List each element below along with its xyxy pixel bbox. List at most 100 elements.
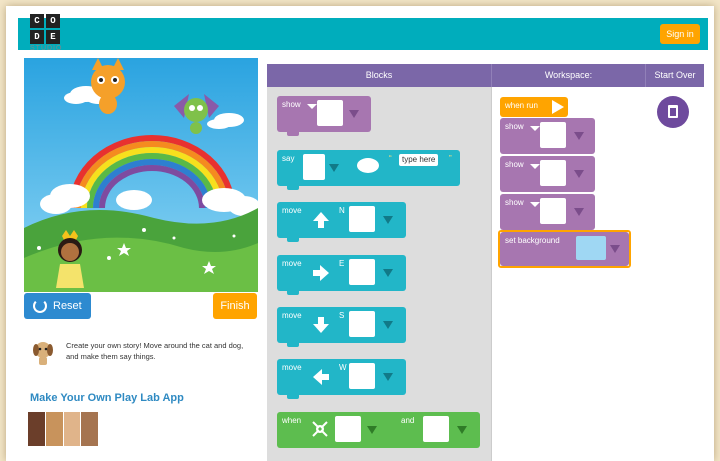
background-thumbnail-icon: [576, 236, 606, 260]
dog-sprite-icon: [349, 363, 375, 389]
when-collide-block[interactable]: when and: [277, 412, 480, 448]
chevron-down-icon: [383, 321, 393, 329]
logo-letter-e: E: [46, 30, 60, 44]
reset-label: Reset: [53, 300, 82, 312]
logo-studio-text: STUDIO: [30, 45, 63, 52]
finish-button[interactable]: Finish: [213, 293, 257, 319]
chevron-down-icon: [530, 126, 540, 131]
say-text-input[interactable]: type here: [399, 154, 439, 166]
stage-scene: [24, 58, 258, 292]
chevron-down-icon: [574, 132, 584, 140]
chevron-down-icon: [383, 269, 393, 277]
face-image: [63, 412, 81, 446]
show-block[interactable]: show: [277, 96, 371, 136]
trash-icon[interactable]: [657, 96, 689, 128]
dog-avatar-icon: [33, 342, 53, 365]
direction-label: N: [339, 206, 345, 215]
when-block-label: when: [282, 416, 302, 425]
set-background-label: set background: [505, 236, 560, 245]
workspace-header: Blocks Workspace: Start Over: [267, 64, 704, 87]
dog-sprite-icon: [349, 206, 375, 232]
move-block-label: move: [282, 259, 302, 268]
reset-button[interactable]: Reset: [24, 293, 91, 319]
workspace-show-block[interactable]: show: [500, 194, 595, 230]
block-connector: [287, 185, 299, 190]
block-connector: [287, 342, 299, 347]
dog-sprite-icon: [303, 154, 325, 180]
chevron-down-icon: [383, 373, 393, 381]
instructions-text: Create your own story! Move around the c…: [66, 341, 244, 361]
move-north-block[interactable]: move N: [277, 202, 406, 242]
block-connector: [287, 131, 299, 136]
arrow-left-icon: [313, 369, 329, 385]
face-image: [28, 412, 45, 446]
reset-icon: [33, 299, 47, 313]
chevron-down-icon: [574, 170, 584, 178]
arrow-down-icon: [313, 317, 329, 333]
face-image: [45, 412, 63, 446]
and-label: and: [401, 416, 415, 425]
chevron-down-icon: [530, 164, 540, 169]
chevron-down-icon: [329, 164, 339, 172]
move-block-label: move: [282, 206, 302, 215]
quote-open: “: [389, 154, 392, 163]
dog-sprite-icon: [349, 311, 375, 337]
show-block-label: show: [505, 122, 524, 131]
quote-close: ”: [449, 154, 452, 163]
princess-sprite-icon: [540, 198, 566, 224]
sign-in-button[interactable]: Sign in: [660, 24, 700, 44]
block-connector: [287, 237, 299, 242]
dog-sprite-icon: [335, 416, 361, 442]
chevron-down-icon: [610, 245, 620, 253]
workspace-show-block[interactable]: show: [500, 118, 595, 154]
chevron-down-icon: [349, 110, 359, 118]
chevron-down-icon: [307, 104, 317, 109]
play-icon: [552, 100, 564, 114]
show-block-label: show: [282, 100, 301, 109]
say-block[interactable]: say “ type here ”: [277, 150, 460, 190]
block-connector: [287, 394, 299, 399]
move-block-label: move: [282, 311, 302, 320]
cat-sprite-icon: [423, 416, 449, 442]
dog-sprite-icon: [349, 259, 375, 285]
when-run-label: when run: [505, 101, 538, 110]
say-block-label: say: [282, 154, 295, 163]
block-connector: [287, 290, 299, 295]
show-block-label: show: [505, 160, 524, 169]
direction-label: W: [339, 363, 347, 372]
direction-label: E: [339, 259, 345, 268]
blocks-header-label: Blocks: [365, 70, 393, 80]
when-run-block[interactable]: when run: [500, 97, 568, 117]
move-west-block[interactable]: move W: [277, 359, 406, 399]
cat-sprite-icon: [540, 160, 566, 186]
chevron-down-icon: [383, 216, 393, 224]
trash-can-shape: [668, 105, 678, 118]
direction-label: S: [339, 311, 345, 320]
workspace-show-block[interactable]: show: [500, 156, 595, 192]
play-area-stage[interactable]: [24, 58, 258, 292]
logo-letter-o: O: [46, 14, 60, 28]
chevron-down-icon: [367, 426, 377, 434]
set-background-block[interactable]: set background: [500, 232, 629, 266]
app-faces-thumbnail[interactable]: [28, 412, 98, 446]
move-south-block[interactable]: move S: [277, 307, 406, 347]
dog-sprite-icon: [317, 100, 343, 126]
move-block-label: move: [282, 363, 302, 372]
chevron-down-icon: [574, 208, 584, 216]
make-app-heading[interactable]: Make Your Own Play Lab App: [30, 392, 184, 404]
chevron-down-icon: [457, 426, 467, 434]
collision-icon: [312, 421, 328, 437]
face-image: [81, 412, 98, 446]
arrow-up-icon: [313, 212, 329, 228]
chevron-down-icon: [530, 202, 540, 207]
show-block-label: show: [505, 198, 524, 207]
bat-sprite-icon: [540, 122, 566, 148]
move-east-block[interactable]: move E: [277, 255, 406, 295]
start-over-button[interactable]: Start Over: [646, 64, 704, 87]
workspace-header-label: Workspace:: [544, 70, 593, 80]
logo-letter-d: D: [30, 30, 44, 44]
arrow-right-icon: [313, 265, 329, 281]
logo-letter-c: C: [30, 14, 44, 28]
top-bar: Sign in: [18, 18, 708, 50]
speech-bubble-icon: [357, 158, 379, 173]
